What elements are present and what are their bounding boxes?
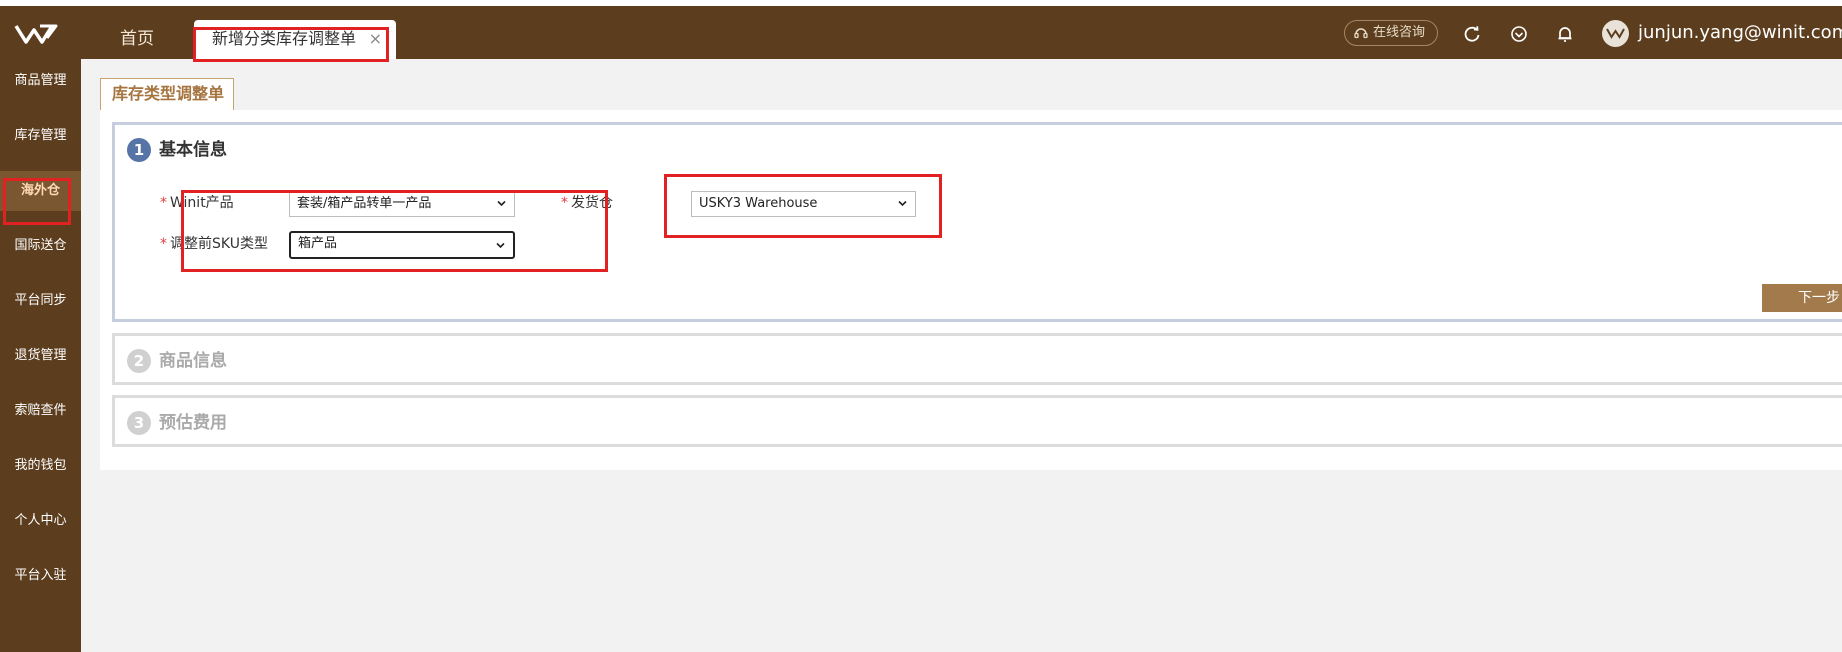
sidebar-item-claims[interactable]: 索赔查件	[0, 391, 81, 431]
sidebar-item-platform-onboarding[interactable]: 平台入驻	[0, 556, 81, 596]
headset-icon	[1354, 28, 1368, 39]
highlight-box-form-fields	[181, 190, 608, 272]
section-estimated-fees: 3 预估费用	[112, 395, 1842, 447]
online-consult-button[interactable]: 在线咨询	[1344, 20, 1438, 46]
next-step-button[interactable]: 下一步	[1762, 284, 1842, 312]
app-window: 首页 新增分类库存调整单 × 在线咨询 junjun.yang@winit.co…	[0, 6, 1842, 652]
sidebar-item-personal-center[interactable]: 个人中心	[0, 501, 81, 541]
favorite-shield-icon[interactable]	[1508, 23, 1530, 45]
section-header[interactable]: 3 预估费用	[127, 411, 227, 435]
user-menu[interactable]: junjun.yang@winit.com.cn	[1602, 19, 1842, 47]
sidebar-item-platform-sync[interactable]: 平台同步	[0, 281, 81, 321]
step-number: 1	[127, 138, 151, 162]
section-header[interactable]: 1 基本信息	[127, 138, 227, 162]
online-consult-label: 在线咨询	[1373, 25, 1426, 40]
winit-logo-icon	[14, 24, 58, 44]
highlight-box-tab	[193, 27, 389, 62]
avatar	[1602, 20, 1629, 47]
tab-home[interactable]: 首页	[120, 20, 154, 59]
step-number: 3	[127, 411, 151, 435]
sidebar-item-international-delivery[interactable]: 国际送仓	[0, 226, 81, 266]
sidebar-item-inventory-management[interactable]: 库存管理	[0, 116, 81, 156]
section-title: 基本信息	[159, 140, 227, 160]
main-content: 1 基本信息 * Winit产品 套装/箱产品转单一产品 * 发货仓 USKY3 W…	[100, 110, 1842, 470]
section-product-info: 2 商品信息	[112, 333, 1842, 385]
step-number: 2	[127, 349, 151, 373]
section-header[interactable]: 2 商品信息	[127, 349, 227, 373]
highlight-box-sidebar	[3, 178, 71, 225]
section-title: 商品信息	[159, 351, 227, 371]
refresh-icon[interactable]	[1461, 23, 1483, 45]
sidebar-item-returns[interactable]: 退货管理	[0, 336, 81, 376]
user-email: junjun.yang@winit.com.cn	[1638, 22, 1842, 43]
highlight-box-warehouse	[664, 174, 942, 238]
avatar-logo-icon	[1606, 28, 1625, 39]
bell-icon[interactable]	[1554, 23, 1576, 45]
page-tab-inventory-type-adjustment[interactable]: 库存类型调整单	[100, 78, 234, 110]
section-title: 预估费用	[159, 413, 227, 433]
sidebar-item-wallet[interactable]: 我的钱包	[0, 446, 81, 486]
sidebar-item-product-management[interactable]: 商品管理	[0, 61, 81, 101]
sidebar: 商品管理 库存管理 海外仓 国际送仓 平台同步 退货管理 索赔查件 我的钱包 个…	[0, 59, 81, 652]
